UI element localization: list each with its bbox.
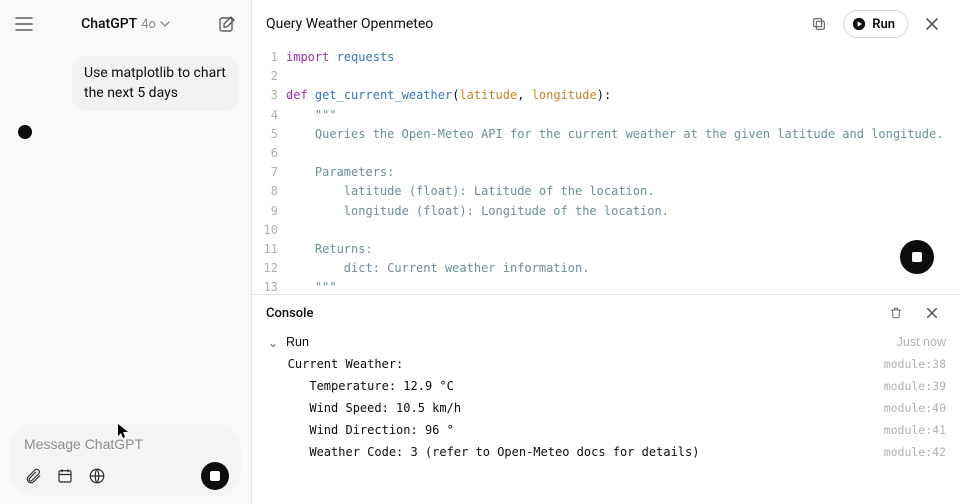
stop-execution-fab[interactable] [900, 240, 934, 274]
console-run-header[interactable]: ⌄ Run Just now [266, 331, 946, 353]
console-output-row: Current Weather:module:38 [266, 353, 946, 375]
console: Console ⌄ Run Just now Current Weather:m… [252, 294, 960, 504]
code-line: 10 [252, 221, 960, 240]
code-editor[interactable]: 1import requests23⌄def get_current_weath… [252, 48, 960, 294]
message-input[interactable] [20, 434, 231, 462]
code-line: 9 longitude (float): Longitude of the lo… [252, 202, 960, 221]
composer [0, 418, 251, 504]
console-run-time: Just now [897, 335, 946, 349]
sidebar-header: ChatGPT 4o [0, 0, 251, 48]
fold-icon[interactable]: ⌄ [286, 86, 292, 102]
globe-icon[interactable] [86, 465, 108, 487]
console-output-row: Temperature: 12.9 °Cmodule:39 [266, 375, 946, 397]
trash-icon[interactable] [882, 299, 910, 327]
tools-icon[interactable] [54, 465, 76, 487]
console-title: Console [266, 306, 313, 321]
copy-icon[interactable] [805, 10, 833, 38]
code-line: 3⌄def get_current_weather(latitude, long… [252, 86, 960, 105]
code-line: 1import requests [252, 48, 960, 67]
model-name: ChatGPT [81, 16, 137, 32]
console-header: Console [252, 295, 960, 331]
attach-icon[interactable] [22, 465, 44, 487]
conversation: Use matplotlib to chart the next 5 days [0, 48, 251, 418]
code-line: 8 latitude (float): Latitude of the loca… [252, 182, 960, 201]
console-output-row: Wind Direction: 96 °module:41 [266, 419, 946, 441]
user-message: Use matplotlib to chart the next 5 days [72, 56, 239, 111]
stop-button[interactable] [201, 462, 229, 490]
model-selector[interactable]: ChatGPT 4o [44, 16, 207, 32]
code-line: 2 [252, 67, 960, 86]
chevron-down-icon: ⌄ [266, 335, 280, 350]
console-body[interactable]: ⌄ Run Just now Current Weather:module:38… [252, 331, 960, 504]
new-chat-icon[interactable] [215, 12, 239, 36]
console-output-row: Wind Speed: 10.5 km/hmodule:40 [266, 397, 946, 419]
chevron-down-icon [160, 21, 170, 27]
assistant-typing-indicator [18, 125, 32, 139]
page-title: Query Weather Openmeteo [266, 16, 795, 32]
composer-box [10, 424, 241, 496]
code-line: 4 """ [252, 106, 960, 125]
menu-icon[interactable] [12, 12, 36, 36]
console-close-icon[interactable] [918, 299, 946, 327]
main-header: Query Weather Openmeteo Run [252, 0, 960, 48]
run-label: Run [872, 17, 895, 32]
model-version: 4o [141, 17, 156, 32]
code-line: 7 Parameters: [252, 163, 960, 182]
console-run-label: Run [286, 335, 897, 349]
main: Query Weather Openmeteo Run 1import requ… [252, 0, 960, 504]
code-line: 11 Returns: [252, 240, 960, 259]
code-line: 13 """ [252, 278, 960, 294]
sidebar: ChatGPT 4o Use matplotlib to chart the n… [0, 0, 252, 504]
console-output-row: Weather Code: 3 (refer to Open-Meteo doc… [266, 441, 946, 463]
close-icon[interactable] [918, 10, 946, 38]
play-icon [852, 17, 866, 31]
code-line: 12 dict: Current weather information. [252, 259, 960, 278]
run-button[interactable]: Run [843, 10, 908, 38]
code-line: 5 Queries the Open-Meteo API for the cur… [252, 125, 960, 144]
code-line: 6 [252, 144, 960, 163]
